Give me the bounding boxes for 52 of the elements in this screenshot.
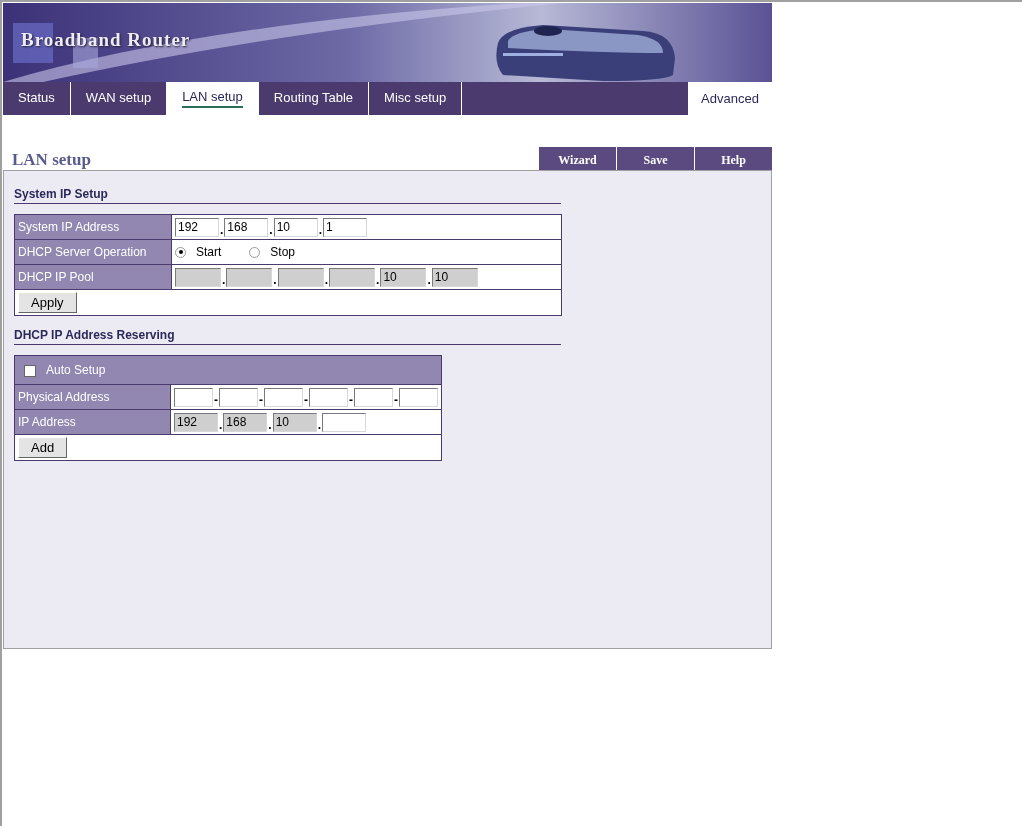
radio-button[interactable] (249, 246, 261, 258)
separator-icon: . (219, 222, 225, 237)
input-field[interactable] (264, 387, 303, 407)
section-title: DHCP IP Address Reserving (14, 328, 561, 345)
action-button[interactable]: Apply (18, 292, 77, 313)
input-field[interactable]: 10 (273, 217, 318, 237)
separator-icon: . (267, 417, 273, 432)
separator-icon: . (317, 222, 324, 237)
input-field[interactable] (399, 387, 438, 407)
page-title: LAN setup (12, 150, 91, 170)
checkbox[interactable] (24, 364, 36, 377)
separator-icon: . (218, 417, 224, 432)
tab[interactable]: Misc setup (369, 82, 463, 115)
radio-label: Stop (270, 245, 296, 260)
separator-icon: - (213, 392, 219, 407)
field-label: IP Address (14, 409, 171, 435)
field-label: System IP Address (14, 214, 172, 240)
separator-icon: . (426, 272, 432, 287)
field-label: DHCP Server Operation (14, 239, 172, 265)
separator-icon: - (303, 392, 309, 407)
action-button[interactable]: Add (18, 437, 68, 458)
separator-icon: . (375, 272, 381, 287)
separator-icon: . (316, 417, 323, 432)
separator-icon: . (221, 272, 227, 287)
tab[interactable]: LAN setup (167, 82, 259, 115)
radio-label: Start (196, 245, 222, 260)
separator-icon: - (393, 392, 399, 407)
input-field[interactable] (354, 387, 393, 407)
input-field[interactable] (219, 387, 258, 407)
input-field[interactable]: 168 (224, 217, 269, 237)
radio-button[interactable] (175, 246, 186, 258)
tab[interactable]: Status (3, 82, 71, 115)
checkbox-label: Auto Setup (46, 363, 106, 377)
separator-icon: - (348, 392, 354, 407)
input-field[interactable] (174, 387, 213, 407)
tab[interactable]: Advanced (688, 82, 772, 115)
field-label: DHCP IP Pool (14, 264, 172, 290)
section-title: System IP Setup (14, 187, 561, 204)
separator-icon: . (272, 272, 278, 287)
input-field[interactable]: 1 (323, 217, 368, 237)
logo: Broadband Router (21, 29, 191, 51)
separator-icon: - (258, 392, 264, 407)
separator-icon: . (268, 222, 274, 237)
input-field[interactable] (309, 387, 348, 407)
input-field[interactable] (322, 412, 367, 432)
toolbar-button[interactable]: Save (617, 147, 694, 170)
tab[interactable]: Routing Table (258, 82, 370, 115)
separator-icon: . (323, 272, 330, 287)
input-field[interactable]: 192 (175, 217, 219, 237)
toolbar-button[interactable]: Help (695, 147, 772, 170)
toolbar-button[interactable]: Wizard (539, 147, 616, 170)
field-label: Physical Address (14, 384, 171, 410)
